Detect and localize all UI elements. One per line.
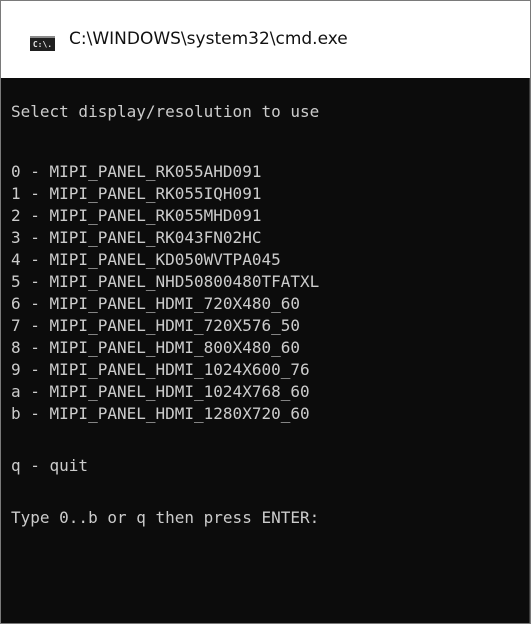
option-line: 6 - MIPI_PANEL_HDMI_720X480_60 (11, 294, 300, 313)
option-line: a - MIPI_PANEL_HDMI_1024X768_60 (11, 382, 310, 401)
option-line: 7 - MIPI_PANEL_HDMI_720X576_50 (11, 316, 300, 335)
console-edge (529, 78, 530, 623)
console-output[interactable]: Select display/resolution to use 0 - MIP… (1, 78, 530, 623)
title-bar[interactable]: C:\. C:\WINDOWS\system32\cmd.exe (1, 1, 530, 78)
input-prompt: Type 0..b or q then press ENTER: (11, 508, 320, 527)
cmd-icon[interactable]: C:\. (30, 36, 55, 51)
option-line: 3 - MIPI_PANEL_RK043FN02HC (11, 228, 262, 247)
option-line: 5 - MIPI_PANEL_NHD50800480TFATXL (11, 272, 320, 291)
option-line: 2 - MIPI_PANEL_RK055MHD091 (11, 206, 262, 225)
option-line: b - MIPI_PANEL_HDMI_1280X720_60 (11, 404, 310, 423)
option-line: 1 - MIPI_PANEL_RK055IQH091 (11, 184, 262, 203)
window-title: C:\WINDOWS\system32\cmd.exe (69, 29, 348, 49)
option-line: 0 - MIPI_PANEL_RK055AHD091 (11, 162, 262, 181)
option-line: 4 - MIPI_PANEL_KD050WVTPA045 (11, 250, 281, 269)
prompt-heading: Select display/resolution to use (11, 102, 320, 121)
quit-option: q - quit (11, 456, 89, 475)
option-line: 8 - MIPI_PANEL_HDMI_800X480_60 (11, 338, 300, 357)
option-line: 9 - MIPI_PANEL_HDMI_1024X600_76 (11, 360, 310, 379)
cmd-window: C:\. C:\WINDOWS\system32\cmd.exe Select … (0, 0, 531, 624)
